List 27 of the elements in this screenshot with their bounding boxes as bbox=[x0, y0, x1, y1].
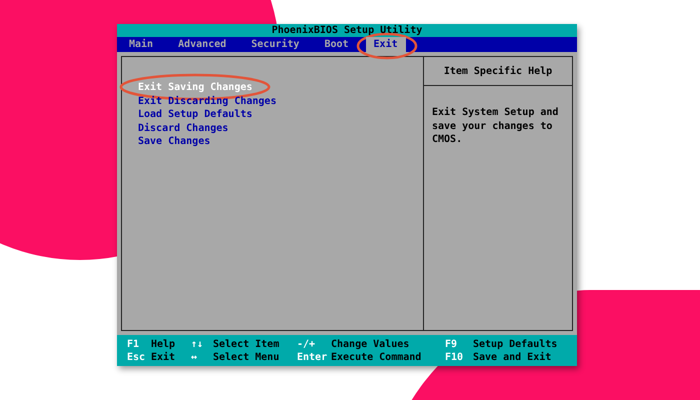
key-action: Change Values bbox=[331, 338, 410, 350]
menu-tab[interactable]: Security bbox=[243, 37, 308, 52]
key-label: Esc bbox=[127, 350, 146, 364]
key-action: Save and Exit bbox=[473, 350, 552, 364]
key-action: Setup Defaults bbox=[473, 338, 558, 350]
window-title: PhoenixBIOS Setup Utility bbox=[272, 25, 422, 36]
key-label: F10 bbox=[445, 350, 464, 364]
key-action: Select Item bbox=[213, 338, 280, 350]
key-label: -/+ bbox=[297, 338, 316, 350]
menu-tab[interactable]: Boot bbox=[316, 37, 357, 52]
menu-tab[interactable]: Advanced bbox=[170, 37, 234, 52]
menu-item[interactable]: Save Changes bbox=[138, 135, 210, 148]
key-action: Execute Command bbox=[331, 350, 422, 364]
key-label: F1 bbox=[127, 338, 140, 350]
help-text: Exit System Setup and save your changes to CMOS. bbox=[431, 106, 560, 146]
key-action: Exit bbox=[151, 350, 176, 364]
key-action: Select Menu bbox=[213, 350, 280, 364]
menu-item[interactable]: Load Setup Defaults bbox=[138, 108, 252, 122]
key-label: ↑↓ bbox=[191, 338, 204, 350]
menu-tab[interactable]: Exit bbox=[366, 37, 406, 52]
key-action: Help bbox=[151, 338, 176, 350]
key-label: Enter bbox=[297, 350, 328, 364]
key-label: ↔ bbox=[191, 350, 198, 364]
help-title: Item Specific Help bbox=[444, 66, 552, 76]
key-label: F9 bbox=[445, 338, 458, 350]
menu-item[interactable]: Discard Changes bbox=[138, 122, 228, 135]
menu-tab[interactable]: Main bbox=[121, 37, 162, 52]
